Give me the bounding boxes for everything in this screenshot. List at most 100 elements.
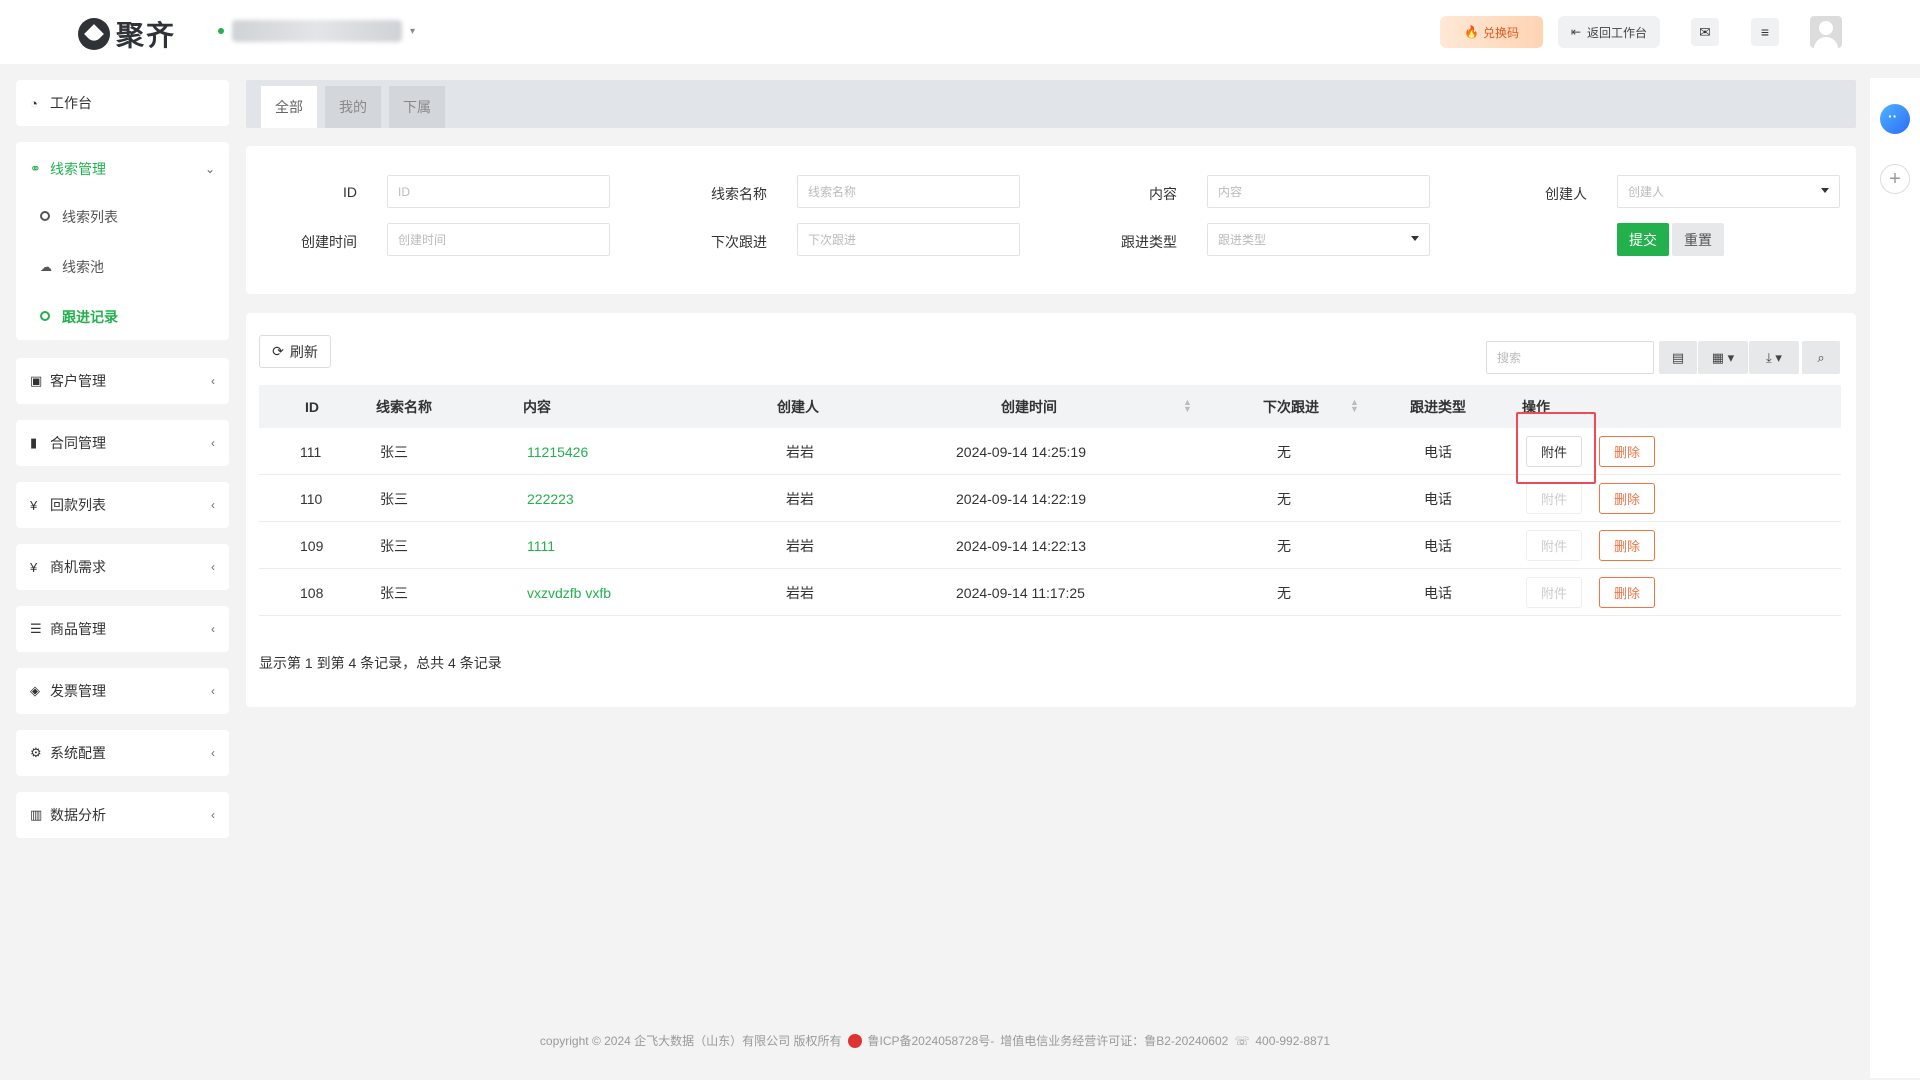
sidebar-item-products[interactable]: ☰ 商品管理 ‹ (16, 606, 229, 652)
next-followup-input[interactable]: 下次跟进 (797, 223, 1020, 256)
col-followup-type[interactable]: 跟进类型 (1410, 385, 1466, 428)
cell-content-link[interactable]: 222223 (527, 475, 574, 522)
sidebar-item-customers[interactable]: ▣ 客户管理 ‹ (16, 358, 229, 404)
sort-icon[interactable]: ▲ ▼ (1350, 398, 1359, 414)
org-switcher[interactable]: ▾ (218, 20, 415, 42)
cell-creator: 岩岩 (786, 443, 814, 460)
col-content[interactable]: 内容 (523, 385, 551, 428)
cell-followup-type: 电话 (1424, 443, 1452, 460)
chevron-left-icon: ‹ (211, 808, 215, 822)
mail-icon[interactable]: ✉ (1691, 18, 1719, 46)
delete-button[interactable]: 删除 (1599, 577, 1655, 608)
col-created-time[interactable]: 创建时间 (1001, 385, 1057, 428)
id-input[interactable]: ID (387, 175, 610, 208)
col-next-followup[interactable]: 下次跟进 (1263, 385, 1319, 428)
col-creator[interactable]: 创建人 (777, 385, 819, 428)
sidebar-subitem-followup-records[interactable]: 跟进记录 (16, 292, 229, 342)
back-label: 返回工作台 (1587, 25, 1648, 40)
sidebar-item-invoices[interactable]: ◈ 发票管理 ‹ (16, 668, 229, 714)
ticket-icon: ◈ (30, 683, 40, 698)
status-dot-icon (218, 28, 224, 34)
sidebar-subitem-lead-list[interactable]: 线索列表 (16, 192, 229, 242)
sidebar-item-analytics[interactable]: ▥ 数据分析 ‹ (16, 792, 229, 838)
delete-button[interactable]: 删除 (1599, 436, 1655, 467)
created-time-input[interactable]: 创建时间 (387, 223, 610, 256)
sidebar-opportunities-card: ¥ 商机需求 ‹ (16, 544, 229, 590)
content-input[interactable]: 内容 (1207, 175, 1430, 208)
sidebar-item-label: 合同管理 (50, 435, 106, 451)
link-icon: ⚭ (30, 161, 41, 176)
sidebar-item-label: 数据分析 (50, 807, 106, 823)
sidebar-item-leads[interactable]: ⚭ 线索管理 ⌄ (16, 146, 229, 192)
caret-down-icon (1411, 236, 1419, 241)
sidebar-invoices-card: ◈ 发票管理 ‹ (16, 668, 229, 714)
export-icon[interactable]: ⤓ ▾ (1749, 341, 1799, 374)
brand-logo[interactable]: 聚齐 (78, 14, 176, 54)
columns-toggle-icon[interactable]: ▦ ▾ (1698, 341, 1748, 374)
tab-all[interactable]: 全部 (261, 86, 317, 128)
footer-icp-link[interactable]: 鲁ICP备2024058728号- (868, 1032, 995, 1049)
cell-created-time: 2024-09-14 11:17:25 (956, 584, 1085, 601)
redeem-code-button[interactable]: 🔥 兑换码 (1440, 16, 1543, 48)
cell-next-followup: 无 (1277, 584, 1291, 601)
cell-content-link[interactable]: 1111 (527, 522, 555, 569)
tab-subordinates[interactable]: 下属 (389, 86, 445, 128)
menu-icon[interactable]: ≡ (1751, 18, 1779, 46)
refresh-icon: ⟳ (272, 343, 284, 359)
delete-button[interactable]: 删除 (1599, 483, 1655, 514)
plus-icon[interactable]: + (1880, 164, 1910, 194)
chevron-left-icon: ‹ (211, 436, 215, 450)
reset-button[interactable]: 重置 (1672, 223, 1724, 256)
cell-content-link[interactable]: vxzvdzfb vxfb (527, 569, 611, 616)
next-followup-label: 下次跟进 (711, 234, 767, 250)
cell-id: 109 (300, 537, 324, 554)
col-lead-name[interactable]: 线索名称 (376, 385, 432, 428)
sidebar-item-settings[interactable]: ⚙ 系统配置 ‹ (16, 730, 229, 776)
avatar[interactable] (1810, 16, 1842, 48)
attachment-button[interactable]: 附件 (1526, 530, 1582, 561)
sidebar-item-contracts[interactable]: ▮ 合同管理 ‹ (16, 420, 229, 466)
sort-icon[interactable]: ▲ ▼ (1183, 398, 1192, 414)
back-to-workbench-button[interactable]: ⇤ 返回工作台 (1558, 16, 1660, 48)
search-icon[interactable]: ⌕ (1802, 341, 1840, 374)
lead-name-input[interactable]: 线索名称 (797, 175, 1020, 208)
creator-select[interactable]: 创建人 (1617, 175, 1840, 208)
col-id[interactable]: ID (305, 385, 319, 428)
sidebar-subitem-lead-pool[interactable]: ☁ 线索池 (16, 242, 229, 292)
gears-icon: ⚙ (30, 745, 42, 760)
followup-type-select[interactable]: 跟进类型 (1207, 223, 1430, 256)
sidebar-item-opportunities[interactable]: ¥ 商机需求 ‹ (16, 544, 229, 590)
pagination-summary: 显示第 1 到第 4 条记录，总共 4 条记录 (259, 655, 502, 671)
circle-icon (40, 210, 62, 224)
exit-icon: ⇤ (1570, 25, 1582, 39)
cell-content-link[interactable]: 11215426 (527, 428, 588, 475)
yen-icon: ¥ (30, 497, 38, 513)
refresh-button[interactable]: ⟳ 刷新 (259, 335, 331, 368)
submit-button[interactable]: 提交 (1617, 223, 1669, 256)
sidebar-item-label: 系统配置 (50, 745, 106, 761)
cell-followup-type: 电话 (1424, 490, 1452, 507)
cell-created-time: 2024-09-14 14:22:13 (956, 537, 1086, 554)
cell-lead-name: 张三 (380, 443, 408, 460)
created-time-label: 创建时间 (301, 234, 357, 250)
tab-mine[interactable]: 我的 (325, 86, 381, 128)
attachment-button[interactable]: 附件 (1526, 483, 1582, 514)
delete-button[interactable]: 删除 (1599, 530, 1655, 561)
top-header: 聚齐 ▾ 🔥 兑换码 ⇤ 返回工作台 ✉ ≡ (0, 0, 1920, 64)
chat-bot-icon[interactable] (1880, 104, 1910, 134)
chevron-left-icon: ‹ (211, 622, 215, 636)
sidebar-item-workbench[interactable]: ◔ 工作台 (16, 80, 229, 126)
attachment-button[interactable]: 附件 (1526, 577, 1582, 608)
fire-icon: 🔥 (1464, 25, 1479, 39)
bookmark-icon: ▮ (30, 435, 38, 450)
sidebar-item-payments[interactable]: ¥ 回款列表 ‹ (16, 482, 229, 528)
chevron-left-icon: ‹ (211, 498, 215, 512)
chevron-left-icon: ‹ (211, 374, 215, 388)
police-badge-icon (847, 1033, 862, 1048)
followup-type-placeholder: 跟进类型 (1218, 233, 1267, 247)
card-view-icon[interactable]: ▤ (1659, 341, 1697, 374)
cell-followup-type: 电话 (1424, 584, 1452, 601)
table-search-input[interactable]: 搜索 (1486, 341, 1654, 374)
bar-chart-icon: ▥ (30, 807, 43, 822)
creator-label: 创建人 (1545, 186, 1587, 202)
